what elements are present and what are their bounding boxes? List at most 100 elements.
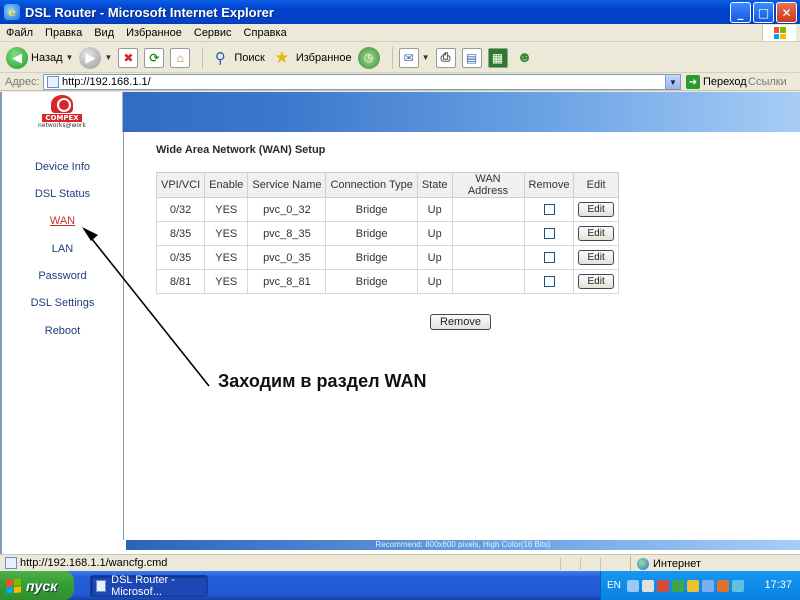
cell-remove: [523, 197, 575, 222]
cell-edit: Edit: [573, 221, 619, 246]
edit-page-button[interactable]: ▤: [461, 47, 482, 68]
forward-dropdown-icon[interactable]: ▼: [104, 53, 112, 62]
menu-favorites[interactable]: Избранное: [120, 27, 188, 39]
favorites-label: Избранное: [295, 51, 352, 64]
edit-button[interactable]: Edit: [578, 226, 614, 241]
table-row: 0/32 YES pvc_0_32 Bridge Up Edit: [155, 197, 619, 222]
history-icon: ◷: [357, 46, 380, 69]
edit-button[interactable]: Edit: [578, 250, 614, 265]
address-bar: Адрес: http://192.168.1.1/ ▼ ➜ Переход С…: [0, 73, 800, 91]
tray-icon-volume[interactable]: [641, 579, 654, 592]
address-input[interactable]: http://192.168.1.1/ ▼: [43, 74, 681, 90]
menu-help[interactable]: Справка: [238, 27, 293, 39]
nav-dsl-settings[interactable]: DSL Settings: [2, 297, 123, 309]
taskbar-item-ie[interactable]: DSL Router - Microsof...: [90, 573, 208, 598]
task-label: DSL Router - Microsof...: [111, 573, 175, 598]
search-button[interactable]: ⚲ Поиск: [209, 47, 265, 69]
status-divider: [600, 557, 601, 570]
search-icon: ⚲: [214, 49, 226, 67]
print-button[interactable]: ⎙: [435, 47, 456, 68]
home-button[interactable]: ⌂: [170, 47, 191, 68]
back-button[interactable]: ◀ Назад ▼: [6, 46, 74, 69]
go-arrow-icon: ➜: [686, 75, 700, 89]
cell-enable: YES: [204, 245, 249, 270]
back-dropdown-icon[interactable]: ▼: [66, 53, 74, 62]
table-row: 8/81 YES pvc_8_81 Bridge Up Edit: [155, 269, 619, 294]
menu-tools[interactable]: Сервис: [188, 27, 238, 39]
address-url: http://192.168.1.1/: [62, 76, 151, 88]
status-divider: [560, 557, 561, 570]
status-bar: http://192.168.1.1/wancfg.cmd Интернет: [0, 554, 800, 571]
system-tray: EN 17:37: [600, 571, 800, 600]
tray-icon-app[interactable]: [671, 579, 684, 592]
cell-connection-type: Bridge: [325, 245, 418, 270]
remove-checkbox[interactable]: [543, 252, 555, 264]
windows-logo-icon: [762, 25, 796, 41]
history-button[interactable]: ◷: [357, 46, 380, 69]
tray-icon-app[interactable]: [731, 579, 744, 592]
remove-checkbox[interactable]: [543, 204, 555, 216]
cell-wan-address: [451, 269, 525, 294]
start-button[interactable]: пуск: [0, 571, 74, 600]
messenger-button[interactable]: ☻: [514, 47, 536, 69]
nav-dsl-status[interactable]: DSL Status: [2, 188, 123, 200]
discuss-button[interactable]: ▦: [487, 47, 508, 68]
tray-icon-shield[interactable]: [656, 579, 669, 592]
stop-button[interactable]: ✖: [118, 47, 139, 68]
mail-dropdown-icon[interactable]: ▼: [422, 53, 430, 62]
menu-edit[interactable]: Правка: [39, 27, 88, 39]
nav-device-info[interactable]: Device Info: [2, 161, 123, 173]
menu-view[interactable]: Вид: [88, 27, 120, 39]
tray-icon-app[interactable]: [686, 579, 699, 592]
tray-icon-app[interactable]: [716, 579, 729, 592]
cell-service-name: pvc_8_35: [247, 221, 327, 246]
table-row: 8/35 YES pvc_8_35 Bridge Up Edit: [155, 221, 619, 246]
windows-flag-icon: [6, 577, 21, 594]
menu-file[interactable]: Файл: [0, 27, 39, 39]
cell-connection-type: Bridge: [325, 221, 418, 246]
browser-toolbar: ◀ Назад ▼ ▶ ▼ ✖ ⟳ ⌂ ⚲ Поиск ★ Избранное …: [0, 43, 800, 73]
left-nav: Device Info DSL Status WAN LAN Password …: [2, 132, 124, 540]
window-titlebar[interactable]: e DSL Router - Microsoft Internet Explor…: [0, 0, 800, 24]
cell-enable: YES: [204, 197, 249, 222]
nav-password[interactable]: Password: [2, 270, 123, 282]
cell-wan-address: [451, 221, 525, 246]
address-label: Адрес:: [5, 75, 40, 88]
mail-button[interactable]: ✉ ▼: [398, 47, 430, 68]
close-button[interactable]: ✕: [776, 2, 797, 23]
cell-state: Up: [416, 221, 453, 246]
cell-remove: [523, 221, 575, 246]
forward-button[interactable]: ▶ ▼: [79, 46, 112, 69]
table-row: 0/35 YES pvc_0_35 Bridge Up Edit: [155, 245, 619, 270]
nav-reboot[interactable]: Reboot: [2, 325, 123, 337]
tray-icon-network[interactable]: [626, 579, 639, 592]
col-remove: Remove: [523, 172, 575, 198]
remove-checkbox[interactable]: [543, 228, 555, 240]
remove-button[interactable]: Remove: [430, 314, 491, 330]
back-arrow-icon: ◀: [6, 46, 28, 69]
window-title: DSL Router - Microsoft Internet Explorer: [25, 4, 274, 20]
star-icon: ★: [274, 47, 290, 67]
toolbar-separator: [391, 46, 393, 69]
tray-icon-app[interactable]: [701, 579, 714, 592]
minimize-button[interactable]: _: [730, 2, 751, 23]
maximize-button[interactable]: □: [753, 2, 774, 23]
clock[interactable]: 17:37: [764, 579, 792, 591]
cell-state: Up: [416, 269, 453, 294]
language-indicator[interactable]: EN: [607, 580, 621, 591]
col-edit: Edit: [573, 172, 619, 198]
links-label[interactable]: Ссылки: [748, 76, 787, 88]
edit-button[interactable]: Edit: [578, 202, 614, 217]
favorites-button[interactable]: ★ Избранное: [271, 47, 352, 69]
status-divider: [580, 557, 581, 570]
home-icon: ⌂: [170, 47, 191, 68]
remove-checkbox[interactable]: [543, 276, 555, 288]
go-button[interactable]: ➜ Переход: [686, 75, 747, 89]
wan-table: VPI/VCI Enable Service Name Connection T…: [155, 172, 619, 294]
cell-remove: [523, 269, 575, 294]
address-dropdown-icon[interactable]: ▼: [665, 75, 680, 89]
refresh-button[interactable]: ⟳: [144, 47, 165, 68]
edit-button[interactable]: Edit: [578, 274, 614, 289]
nav-wan[interactable]: WAN: [2, 215, 123, 227]
nav-lan[interactable]: LAN: [2, 243, 123, 255]
